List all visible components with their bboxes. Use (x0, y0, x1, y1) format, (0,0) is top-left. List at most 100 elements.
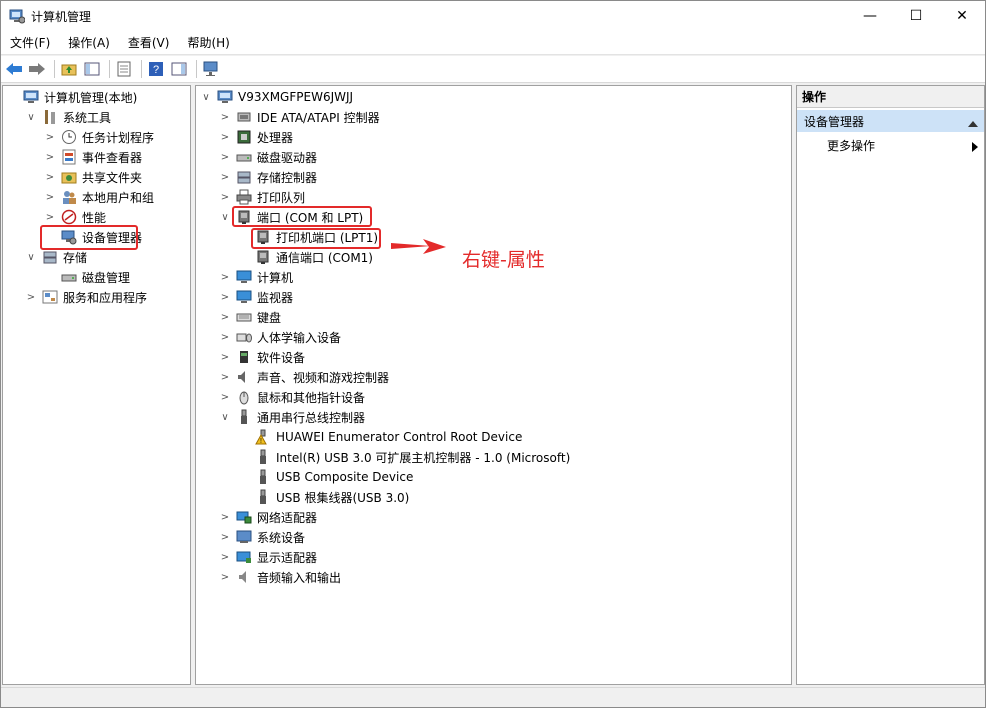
expand-chevron-icon[interactable]: > (24, 290, 38, 304)
tree-item-event-viewer[interactable]: > 事件查看器 (43, 147, 142, 167)
clock-icon (61, 129, 77, 145)
tree-item-usb-composite-device[interactable]: USB Composite Device (237, 467, 413, 487)
expand-chevron-icon[interactable]: > (218, 550, 232, 564)
tree-item-usb-controllers[interactable]: ∨ 通用串行总线控制器 (218, 407, 365, 427)
tree-item-services-applications[interactable]: > 服务和应用程序 (24, 287, 147, 307)
tree-item-computer-management-local[interactable]: 计算机管理(本地) (5, 87, 137, 107)
tree-item-sound-video-game-controllers[interactable]: > 声音、视频和游戏控制器 (218, 367, 389, 387)
expand-chevron-icon[interactable]: > (43, 150, 57, 164)
collapse-chevron-icon[interactable]: ∨ (24, 250, 38, 264)
expand-chevron-icon[interactable]: > (218, 130, 232, 144)
menu-help[interactable]: 帮助(H) (178, 34, 238, 51)
tree-item-system-tools[interactable]: ∨ 系统工具 (24, 107, 111, 127)
tree-item-task-scheduler[interactable]: > 任务计划程序 (43, 127, 154, 147)
tree-item-print-queues[interactable]: > 打印队列 (218, 187, 305, 207)
expand-chevron-icon[interactable]: > (218, 570, 232, 584)
action-pane-icon[interactable] (169, 59, 189, 79)
scan-hardware-icon[interactable] (201, 59, 221, 79)
expand-chevron-icon[interactable]: > (43, 170, 57, 184)
tree-item-keyboards[interactable]: > 键盘 (218, 307, 281, 327)
tree-item-intel-usb3-host-controller[interactable]: Intel(R) USB 3.0 可扩展主机控制器 - 1.0 (Microso… (237, 447, 570, 467)
tree-item-label: 打印队列 (257, 190, 306, 205)
window-title: 计算机管理 (31, 9, 92, 24)
tree-item-performance[interactable]: > 性能 (43, 207, 106, 227)
tree-item-label: 磁盘驱动器 (257, 150, 318, 165)
expand-chevron-icon[interactable]: > (218, 170, 232, 184)
collapse-chevron-icon[interactable]: ∨ (218, 410, 232, 424)
annotation-text: 右键-属性 (462, 249, 545, 271)
collapse-chevron-icon[interactable]: ∨ (199, 90, 213, 104)
tree-item-label: HUAWEI Enumerator Control Root Device (276, 430, 523, 444)
tree-item-usb-root-hub[interactable]: USB 根集线器(USB 3.0) (237, 487, 409, 507)
expand-chevron-icon[interactable]: > (218, 290, 232, 304)
tree-item-label: 本地用户和组 (82, 190, 155, 205)
software-icon (236, 349, 252, 365)
expand-chevron-icon[interactable]: > (218, 150, 232, 164)
collapse-chevron-icon[interactable]: ∨ (218, 210, 232, 224)
expand-chevron-icon[interactable]: > (218, 110, 232, 124)
tree-item-mice-pointing-devices[interactable]: > 鼠标和其他指针设备 (218, 387, 365, 407)
tree-item-storage-controllers[interactable]: > 存储控制器 (218, 167, 317, 187)
expand-chevron-icon[interactable]: > (43, 210, 57, 224)
share-icon (61, 169, 77, 185)
tree-item-audio-inputs-outputs[interactable]: > 音频输入和输出 (218, 567, 341, 587)
tree-item-computer[interactable]: > 计算机 (218, 267, 293, 287)
expand-chevron-icon[interactable]: > (218, 310, 232, 324)
expand-chevron-icon[interactable]: > (218, 270, 232, 284)
highlight-device-manager (40, 225, 138, 250)
tree-item-huawei-enumerator[interactable]: ! HUAWEI Enumerator Control Root Device (237, 427, 522, 447)
tree-item-label: 存储控制器 (257, 170, 318, 185)
properties-icon[interactable] (114, 59, 134, 79)
tree-item-disk-drives[interactable]: > 磁盘驱动器 (218, 147, 317, 167)
tree-item-system-devices[interactable]: > 系统设备 (218, 527, 305, 547)
submenu-arrow-icon (972, 141, 978, 155)
status-bar (1, 687, 985, 707)
expand-chevron-icon[interactable]: > (43, 190, 57, 204)
tree-item-storage[interactable]: ∨ 存储 (24, 247, 87, 267)
help-icon[interactable]: ? (146, 59, 166, 79)
up-folder-icon[interactable] (59, 59, 79, 79)
maximize-button[interactable]: ☐ (893, 1, 939, 31)
tree-item-label: 系统工具 (63, 110, 112, 125)
show-hide-tree-icon[interactable] (82, 59, 102, 79)
actions-device-manager[interactable]: 设备管理器 (797, 110, 984, 132)
tree-item-shared-folders[interactable]: > 共享文件夹 (43, 167, 142, 187)
more-actions-item[interactable]: 更多操作 (827, 135, 982, 155)
expand-chevron-icon[interactable]: > (218, 530, 232, 544)
toolbar-separator (109, 60, 110, 78)
menu-view[interactable]: 查看(V) (119, 34, 179, 51)
tree-item-ide-controllers[interactable]: > IDE ATA/ATAPI 控制器 (218, 107, 380, 127)
tree-item-monitors[interactable]: > 监视器 (218, 287, 293, 307)
menu-action[interactable]: 操作(A) (59, 34, 119, 51)
storage-icon (42, 249, 58, 265)
expand-chevron-icon[interactable]: > (43, 130, 57, 144)
collapse-chevron-icon[interactable]: ∨ (24, 110, 38, 124)
minimize-button[interactable]: — (847, 1, 893, 31)
expand-chevron-icon[interactable]: > (218, 350, 232, 364)
expand-chevron-icon[interactable]: > (218, 510, 232, 524)
tree-item-human-interface-devices[interactable]: > 人体学输入设备 (218, 327, 341, 347)
tree-item-disk-management[interactable]: 磁盘管理 (43, 267, 130, 287)
tree-item-display-adapters[interactable]: > 显示适配器 (218, 547, 317, 567)
tree-item-label: 任务计划程序 (82, 130, 155, 145)
services-icon (42, 289, 58, 305)
expand-chevron-icon[interactable]: > (218, 190, 232, 204)
tree-item-communications-port-com1[interactable]: 通信端口 (COM1) (237, 247, 373, 267)
tree-item-software-devices[interactable]: > 软件设备 (218, 347, 305, 367)
highlight-ports-category (232, 206, 372, 227)
back-icon[interactable] (4, 59, 24, 79)
expand-chevron-icon[interactable]: > (218, 370, 232, 384)
tree-item-network-adapters[interactable]: > 网络适配器 (218, 507, 317, 527)
usb-icon (255, 469, 271, 485)
expand-chevron-icon[interactable]: > (218, 390, 232, 404)
menu-file[interactable]: 文件(F) (1, 34, 59, 51)
tree-item-computer-root[interactable]: ∨ V93XMGFPEW6JWJJ (199, 87, 353, 107)
tree-item-local-users-groups[interactable]: > 本地用户和组 (43, 187, 154, 207)
collapse-up-icon[interactable] (968, 117, 978, 131)
close-button[interactable]: ✕ (939, 1, 985, 31)
forward-icon[interactable] (27, 59, 47, 79)
tree-item-processors[interactable]: > 处理器 (218, 127, 293, 147)
cpu-icon (236, 129, 252, 145)
expand-chevron-icon[interactable]: > (218, 330, 232, 344)
